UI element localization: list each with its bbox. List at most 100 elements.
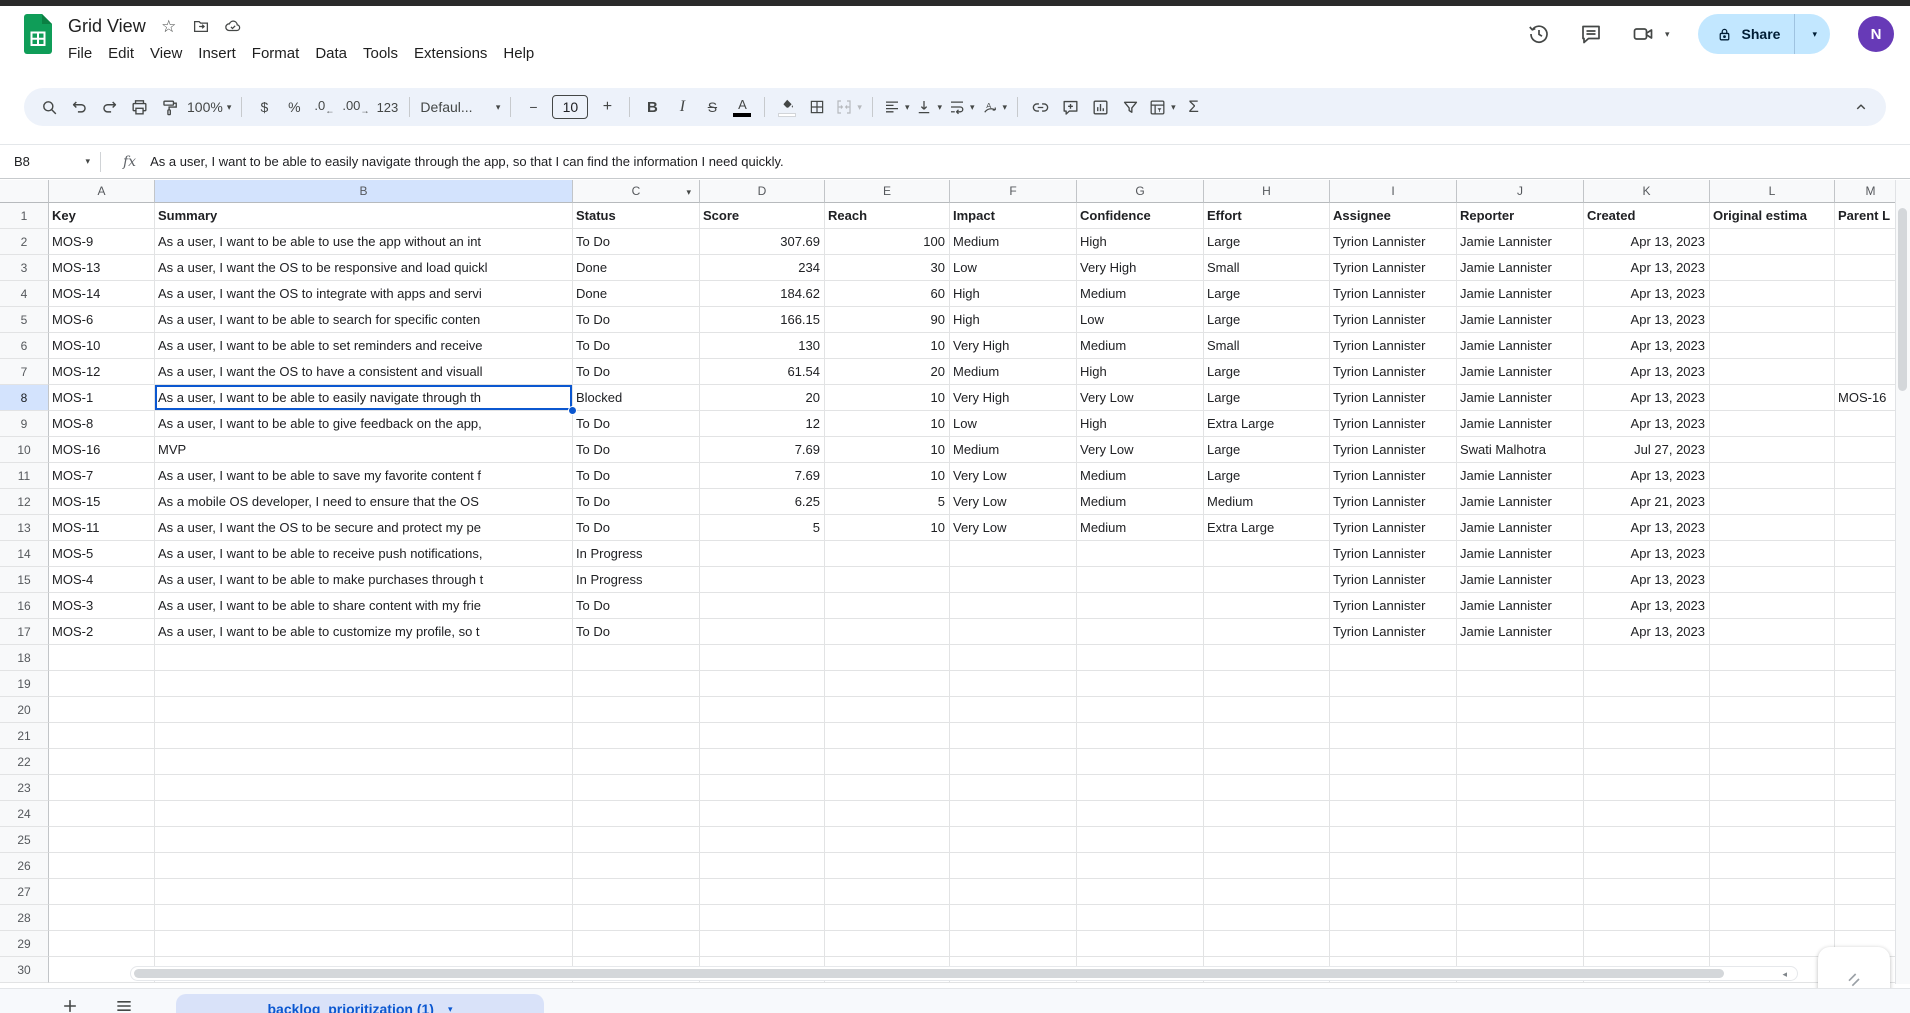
column-header-B[interactable]: B xyxy=(155,180,573,203)
cell-C16[interactable]: To Do xyxy=(573,593,700,619)
horizontal-align-icon[interactable]: ▾ xyxy=(880,93,913,121)
cell-K9[interactable]: Apr 13, 2023 xyxy=(1584,411,1710,437)
row-header-5[interactable]: 5 xyxy=(0,307,49,333)
cell-B17[interactable]: As a user, I want to be able to customiz… xyxy=(155,619,573,645)
cell-M24[interactable] xyxy=(1835,801,1895,827)
cell-E13[interactable]: 10 xyxy=(825,515,950,541)
cell-G26[interactable] xyxy=(1077,853,1204,879)
cell-I26[interactable] xyxy=(1330,853,1457,879)
cell-J14[interactable]: Jamie Lannister xyxy=(1457,541,1584,567)
cell-B8[interactable]: As a user, I want to be able to easily n… xyxy=(155,385,573,411)
cell-L15[interactable] xyxy=(1710,567,1835,593)
menu-format[interactable]: Format xyxy=(244,42,308,65)
cell-D24[interactable] xyxy=(700,801,825,827)
cell-I12[interactable]: Tyrion Lannister xyxy=(1330,489,1457,515)
cell-G24[interactable] xyxy=(1077,801,1204,827)
row-header-30[interactable]: 30 xyxy=(0,957,49,983)
cell-J21[interactable] xyxy=(1457,723,1584,749)
cell-I19[interactable] xyxy=(1330,671,1457,697)
cell-L5[interactable] xyxy=(1710,307,1835,333)
cell-I20[interactable] xyxy=(1330,697,1457,723)
cell-H3[interactable]: Small xyxy=(1204,255,1330,281)
cell-J24[interactable] xyxy=(1457,801,1584,827)
cell-J3[interactable]: Jamie Lannister xyxy=(1457,255,1584,281)
cell-K19[interactable] xyxy=(1584,671,1710,697)
share-button[interactable]: Share ▾ xyxy=(1698,14,1830,54)
cell-I4[interactable]: Tyrion Lannister xyxy=(1330,281,1457,307)
name-box[interactable]: B8 ▾ xyxy=(0,154,100,169)
cell-K1[interactable]: Created xyxy=(1584,203,1710,229)
cell-F20[interactable] xyxy=(950,697,1077,723)
cell-C13[interactable]: To Do xyxy=(573,515,700,541)
cell-K18[interactable] xyxy=(1584,645,1710,671)
cell-F15[interactable] xyxy=(950,567,1077,593)
cell-J27[interactable] xyxy=(1457,879,1584,905)
cell-C12[interactable]: To Do xyxy=(573,489,700,515)
vertical-scrollbar-thumb[interactable] xyxy=(1898,208,1907,391)
select-all-corner[interactable] xyxy=(0,180,49,203)
cell-G27[interactable] xyxy=(1077,879,1204,905)
cell-I23[interactable] xyxy=(1330,775,1457,801)
row-header-18[interactable]: 18 xyxy=(0,645,49,671)
cell-I27[interactable] xyxy=(1330,879,1457,905)
format-percent-icon[interactable]: % xyxy=(279,93,309,121)
cell-F7[interactable]: Medium xyxy=(950,359,1077,385)
row-header-17[interactable]: 17 xyxy=(0,619,49,645)
cell-E6[interactable]: 10 xyxy=(825,333,950,359)
cell-K25[interactable] xyxy=(1584,827,1710,853)
cell-F11[interactable]: Very Low xyxy=(950,463,1077,489)
cell-G21[interactable] xyxy=(1077,723,1204,749)
video-camera-icon[interactable] xyxy=(1631,22,1655,46)
cell-H15[interactable] xyxy=(1204,567,1330,593)
column-header-E[interactable]: E xyxy=(825,180,950,203)
share-dropdown[interactable]: ▾ xyxy=(1794,14,1830,54)
cell-C18[interactable] xyxy=(573,645,700,671)
cell-I22[interactable] xyxy=(1330,749,1457,775)
cell-E26[interactable] xyxy=(825,853,950,879)
cell-E5[interactable]: 90 xyxy=(825,307,950,333)
cell-H24[interactable] xyxy=(1204,801,1330,827)
cell-A10[interactable]: MOS-16 xyxy=(49,437,155,463)
cell-F8[interactable]: Very High xyxy=(950,385,1077,411)
cell-L6[interactable] xyxy=(1710,333,1835,359)
cell-H7[interactable]: Large xyxy=(1204,359,1330,385)
cell-G28[interactable] xyxy=(1077,905,1204,931)
cell-M5[interactable] xyxy=(1835,307,1895,333)
cell-C3[interactable]: Done xyxy=(573,255,700,281)
cell-M8[interactable]: MOS-16 xyxy=(1835,385,1895,411)
row-header-20[interactable]: 20 xyxy=(0,697,49,723)
cell-H4[interactable]: Large xyxy=(1204,281,1330,307)
cell-G8[interactable]: Very Low xyxy=(1077,385,1204,411)
cell-A22[interactable] xyxy=(49,749,155,775)
cell-A13[interactable]: MOS-11 xyxy=(49,515,155,541)
text-wrap-icon[interactable]: ▾ xyxy=(945,93,978,121)
fill-color-icon[interactable] xyxy=(772,93,802,121)
text-rotation-icon[interactable]: A ▾ xyxy=(978,93,1011,121)
cell-G2[interactable]: High xyxy=(1077,229,1204,255)
cell-F12[interactable]: Very Low xyxy=(950,489,1077,515)
cell-D23[interactable] xyxy=(700,775,825,801)
cell-D25[interactable] xyxy=(700,827,825,853)
cell-I16[interactable]: Tyrion Lannister xyxy=(1330,593,1457,619)
cell-M21[interactable] xyxy=(1835,723,1895,749)
cell-K5[interactable]: Apr 13, 2023 xyxy=(1584,307,1710,333)
cell-A28[interactable] xyxy=(49,905,155,931)
menu-help[interactable]: Help xyxy=(495,42,542,65)
cell-K16[interactable]: Apr 13, 2023 xyxy=(1584,593,1710,619)
strikethrough-button[interactable]: S xyxy=(697,93,727,121)
column-dropdown-icon[interactable]: ▾ xyxy=(686,187,691,198)
cell-L9[interactable] xyxy=(1710,411,1835,437)
decrease-decimal-icon[interactable]: .0← xyxy=(309,93,339,121)
cell-E19[interactable] xyxy=(825,671,950,697)
cell-J11[interactable]: Jamie Lannister xyxy=(1457,463,1584,489)
cell-J26[interactable] xyxy=(1457,853,1584,879)
cell-F4[interactable]: High xyxy=(950,281,1077,307)
column-header-C[interactable]: C▾ xyxy=(573,180,700,203)
cell-H10[interactable]: Large xyxy=(1204,437,1330,463)
cell-A7[interactable]: MOS-12 xyxy=(49,359,155,385)
cell-J22[interactable] xyxy=(1457,749,1584,775)
cell-B24[interactable] xyxy=(155,801,573,827)
cell-L21[interactable] xyxy=(1710,723,1835,749)
cell-I5[interactable]: Tyrion Lannister xyxy=(1330,307,1457,333)
cell-C1[interactable]: Status xyxy=(573,203,700,229)
